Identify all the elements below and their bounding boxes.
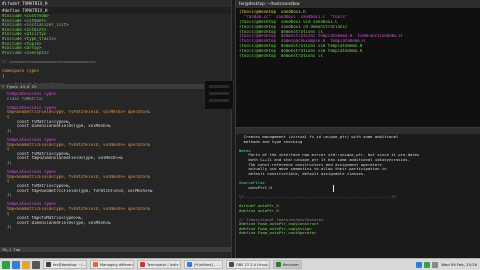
app-icon — [46, 262, 51, 267]
terminal-pane[interactable]: ter@desktop: ~/tools/sandbox (tools)@des… — [235, 0, 480, 127]
mouse-cursor — [333, 185, 335, 192]
app-icon — [140, 262, 145, 267]
browser-icon[interactable] — [22, 260, 30, 269]
terminal-output[interactable]: (tools)@desktop sandbox1.h "random.cc" s… — [236, 8, 480, 61]
floating-row — [209, 92, 229, 95]
taskbar-task-label: OBS 27.2.4 (linux) ... — [235, 262, 270, 267]
app-icon — [93, 262, 98, 267]
files-icon[interactable] — [12, 260, 20, 269]
floating-window[interactable] — [204, 80, 234, 110]
taskbar-task-label: Managing difference ch... — [100, 262, 133, 267]
app-icon — [187, 262, 192, 267]
taskbar-task-label: Terminator | Indiv da... — [147, 262, 180, 267]
taskbar-task-label: ter@desktop: ~/... — [53, 262, 87, 267]
task-list: ter@desktop: ~/... Managing difference ch… — [40, 260, 302, 269]
terminal-title: ter@desktop: ~/tools/sandbox — [236, 0, 480, 8]
system-tray: Wed 09 Feb, 15:26 — [414, 259, 480, 270]
editor-code[interactable]: #include <iostream> #include <cstddef> #in… — [0, 14, 231, 230]
editor-title: #ifndef TVMATRIX_H — [0, 0, 231, 7]
floating-row — [209, 85, 229, 88]
doc-text[interactable]: Creates management (virtual fv_id unique… — [236, 134, 480, 237]
terminal-line: (tools)@desktop demonstrations ls — [239, 54, 323, 59]
left-editor-pane[interactable]: #ifndef TVMATRIX_H #define TVMATRIX_H #i… — [0, 0, 232, 258]
app-icon — [275, 262, 281, 267]
taskbar-task[interactable]: Recorder — [272, 260, 302, 269]
taskbar-task[interactable]: Terminator | Indiv da... — [137, 260, 181, 269]
update-icon[interactable] — [424, 261, 431, 268]
doc-line: #define Foam_autoPtr_castOperator — [239, 231, 317, 236]
taskbar-task[interactable]: [*Untitled] - ... — [184, 260, 223, 269]
menu-icon[interactable] — [2, 260, 10, 269]
taskbar-task[interactable]: OBS 27.2.4 (linux) ... — [225, 260, 270, 269]
editor-status-bar: * Types 43,0 2% — [0, 84, 231, 89]
terminal-icon[interactable] — [32, 260, 40, 269]
editor-tab[interactable]: #define TVMATRIX_H — [0, 7, 231, 14]
taskbar: ter@desktop: ~/... Managing difference ch… — [0, 258, 480, 270]
doc-pane[interactable]: Creates management (virtual fv_id unique… — [235, 127, 480, 258]
taskbar-task-label: [*Untitled] - ... — [194, 262, 220, 267]
taskbar-task-label: Recorder — [282, 262, 299, 267]
editor-status-bar-bottom: 70,1 Top — [0, 247, 231, 252]
clock[interactable]: Wed 09 Feb, 15:26 — [438, 262, 480, 267]
network-icon[interactable] — [416, 261, 423, 268]
taskbar-task[interactable]: Managing difference ch... — [90, 260, 134, 269]
app-icon — [228, 262, 234, 267]
floating-row — [209, 99, 229, 102]
code-line: ); — [2, 225, 12, 230]
taskbar-task[interactable]: ter@desktop: ~/... — [43, 260, 87, 269]
